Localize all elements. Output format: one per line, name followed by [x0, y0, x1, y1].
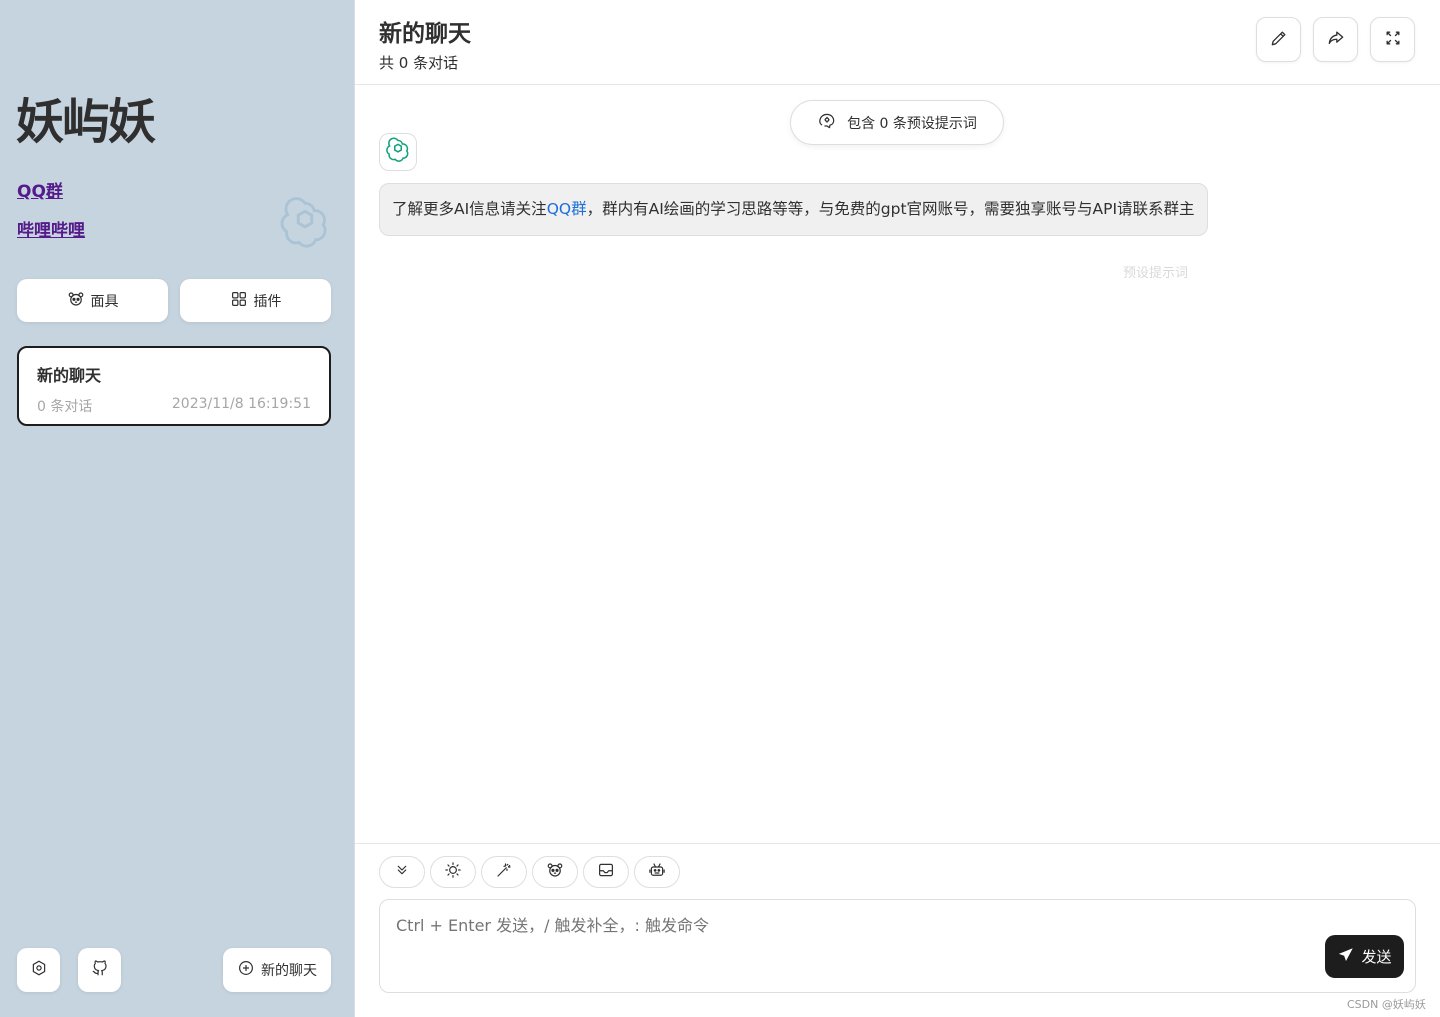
app-root: 妖屿妖 QQ群 哔哩哔哩 面具 插件 新的聊天 0 条对话 2023/11/8 … [0, 0, 1440, 1017]
robot-icon [648, 861, 666, 883]
chat-input[interactable] [379, 899, 1416, 993]
theme-button[interactable] [430, 856, 476, 888]
bilibili-link[interactable]: 哔哩哔哩 [17, 216, 85, 241]
watermark: CSDN @妖屿妖 [1347, 998, 1426, 1011]
preset-prompt-text: 包含 0 条预设提示词 [847, 115, 977, 132]
openai-logo-icon [278, 196, 332, 250]
plugin-button[interactable]: 插件 [180, 279, 331, 322]
share-button[interactable] [1313, 17, 1358, 62]
model-select-button[interactable] [634, 856, 680, 888]
send-icon [1337, 946, 1355, 968]
mask-button[interactable]: 面具 [17, 279, 168, 322]
new-chat-button[interactable]: 新的聊天 [223, 948, 331, 992]
scroll-to-bottom-button[interactable] [379, 856, 425, 888]
settings-button[interactable] [17, 948, 60, 992]
send-label: 发送 [1361, 948, 1392, 966]
new-chat-label: 新的聊天 [261, 963, 317, 979]
chat-item-title: 新的聊天 [37, 366, 102, 385]
share-icon [1326, 28, 1346, 52]
bot-avatar [379, 133, 417, 171]
brightness-icon [444, 861, 462, 883]
openai-logo-icon [385, 137, 411, 167]
mask-icon [546, 861, 564, 883]
input-panel: 发送 CSDN @妖屿妖 [355, 843, 1440, 1017]
message-text-before: 了解更多AI信息请关注 [392, 200, 547, 218]
message-text-after: ，群内有AI绘画的学习思路等等，与免费的gpt官网账号，需要独享账号与API请联… [586, 200, 1195, 218]
brain-icon [817, 111, 837, 135]
prompt-hints-button[interactable] [481, 856, 527, 888]
github-icon [91, 959, 109, 981]
message-date: 预设提示词 [1123, 266, 1189, 281]
message-qq-link[interactable]: QQ群 [547, 200, 587, 218]
chat-item-info: 0 条对话 2023/11/8 16:19:51 [37, 396, 311, 416]
fullscreen-icon [1383, 28, 1403, 52]
chat-item-count: 0 条对话 [37, 399, 93, 415]
mask-tool-button[interactable] [532, 856, 578, 888]
github-button[interactable] [78, 948, 121, 992]
image-icon [597, 861, 615, 883]
qq-group-link[interactable]: QQ群 [17, 177, 63, 202]
bot-message: 了解更多AI信息请关注QQ群，群内有AI绘画的学习思路等等，与免费的gpt官网账… [379, 183, 1208, 236]
mask-button-label: 面具 [90, 293, 119, 310]
edit-button[interactable] [1256, 17, 1301, 62]
sidebar: 妖屿妖 QQ群 哔哩哔哩 面具 插件 新的聊天 0 条对话 2023/11/8 … [0, 0, 355, 1017]
fullscreen-button[interactable] [1370, 17, 1415, 62]
chat-header: 新的聊天 共 0 条对话 [355, 0, 1440, 85]
preset-prompt-toast[interactable]: 包含 0 条预设提示词 [790, 100, 1004, 145]
plugin-button-label: 插件 [253, 293, 282, 310]
grid-icon [230, 290, 248, 312]
clear-context-button[interactable] [583, 856, 629, 888]
chat-item-time: 2023/11/8 16:19:51 [171, 396, 311, 412]
magic-wand-icon [495, 861, 513, 883]
pencil-icon [1269, 28, 1289, 52]
settings-icon [30, 959, 48, 981]
mask-icon [67, 290, 85, 312]
send-button[interactable]: 发送 [1325, 935, 1404, 978]
chat-list-item[interactable]: 新的聊天 0 条对话 2023/11/8 16:19:51 [17, 346, 331, 426]
brand-title: 妖屿妖 [16, 94, 156, 150]
add-circle-icon [237, 959, 255, 981]
chat-main: 新的聊天 共 0 条对话 包含 0 条预设提示词 了解更多AI信息请关注QQ群，… [355, 0, 1440, 1017]
chevron-double-down-icon [393, 861, 411, 883]
